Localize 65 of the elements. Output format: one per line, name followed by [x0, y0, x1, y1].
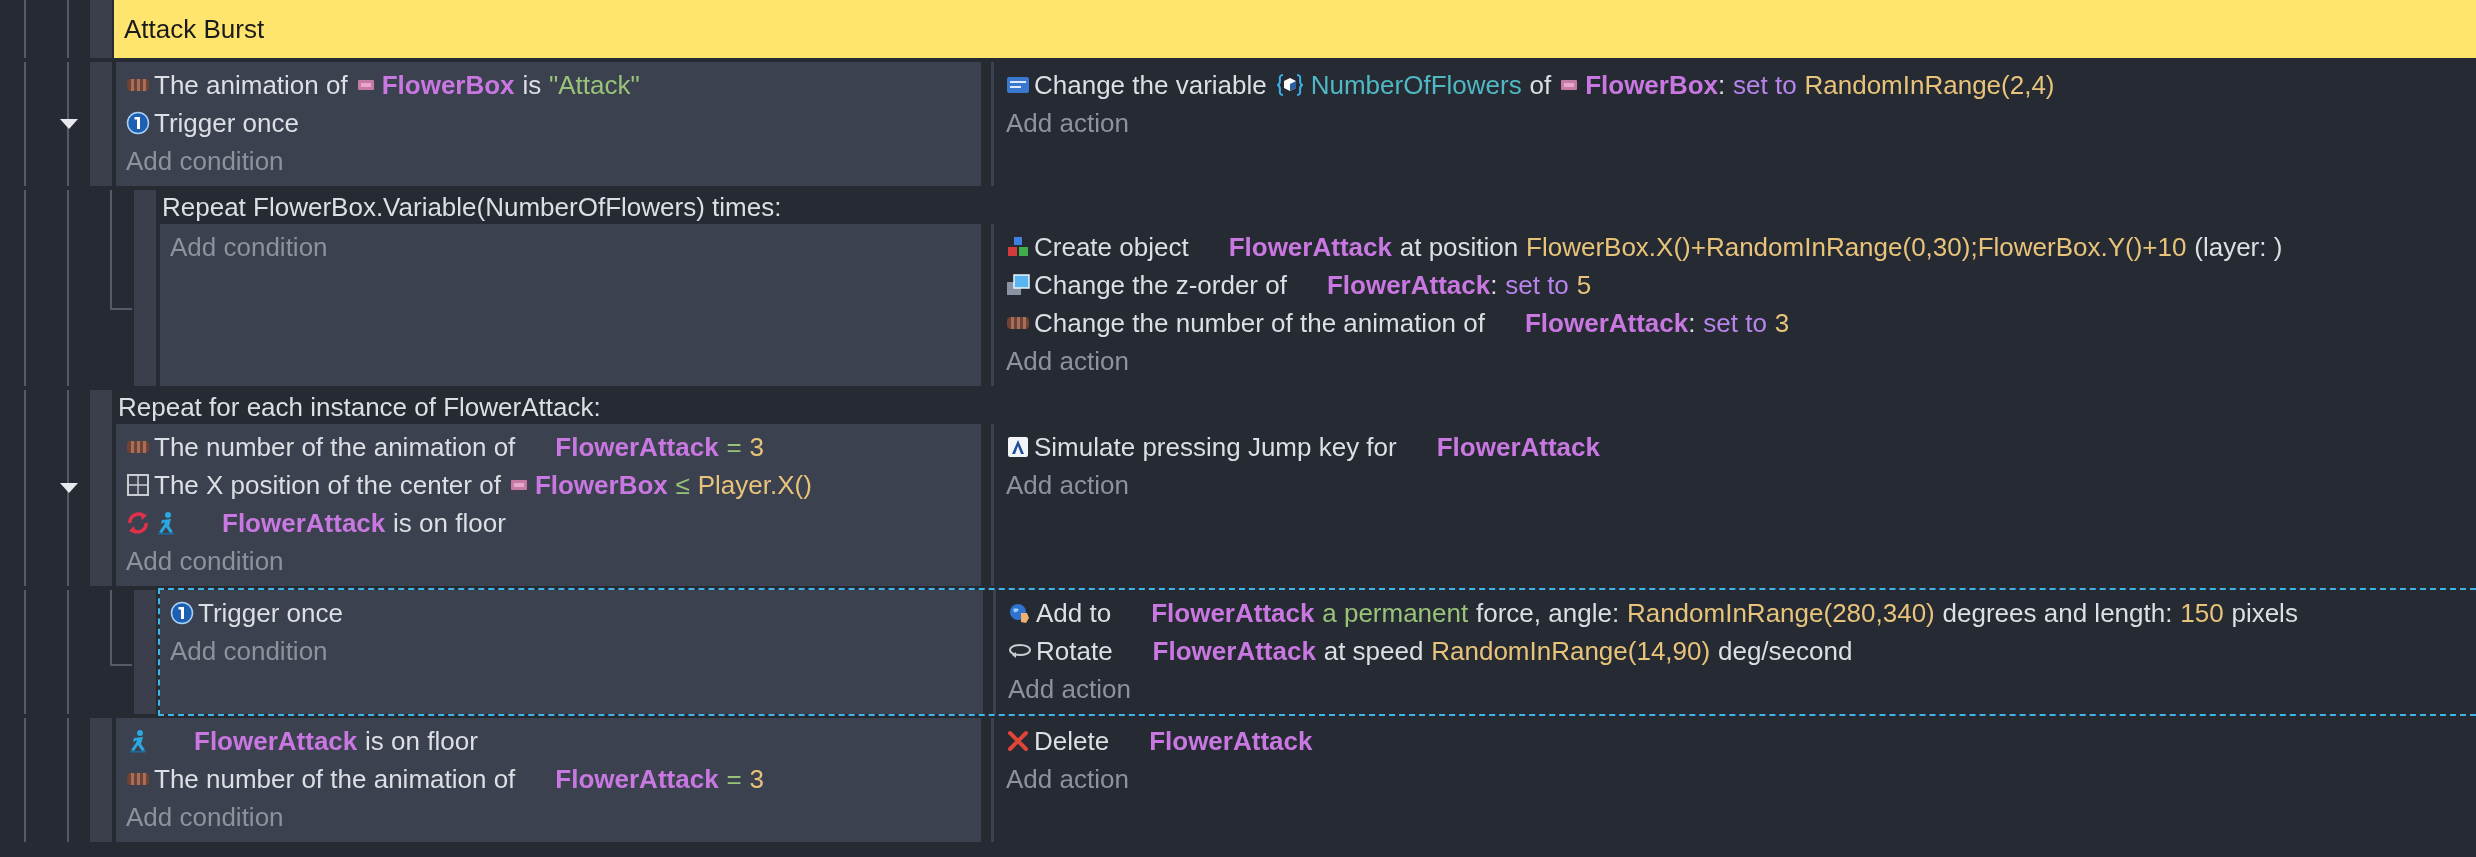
action-text: FlowerAttack: set to 5	[1326, 269, 1592, 301]
drag-handle[interactable]	[134, 590, 156, 714]
drag-handle[interactable]	[90, 0, 112, 58]
action-text: Simulate pressing Jump key for	[1034, 431, 1397, 463]
action-text: Change the number of the animation of	[1034, 307, 1485, 339]
variable-braces-icon	[1276, 73, 1303, 97]
add-action-link[interactable]: Add action	[1006, 466, 2474, 504]
add-action-link[interactable]: Add action	[1006, 104, 2474, 142]
action-text: FlowerAttack	[1149, 725, 1313, 757]
condition-text: FlowerBox ≤ Player.X()	[534, 469, 812, 501]
action-text: Add to	[1036, 597, 1112, 629]
add-action-link[interactable]: Add action	[1008, 670, 2476, 708]
condition-text: FlowerBox is "Attack"	[381, 69, 640, 101]
condition-text: Trigger once	[154, 107, 299, 139]
add-condition-link[interactable]: Add condition	[126, 542, 971, 580]
key-icon	[1006, 435, 1030, 459]
event-block[interactable]: Trigger once Add condition Add to FlowerAttack a permanent force, angle: RandomInRange(280,340) degrees and length: 150 pixels Rotate FlowerAttack at speed RandomInRange(14,90) deg/second Add action	[158, 588, 2476, 716]
action-text: FlowerAttack a permanent force, angle: RandomInRange(280,340) degrees and length: 150 pixels	[1151, 597, 2298, 629]
add-action-link[interactable]: Add action	[1006, 342, 2474, 380]
add-condition-link[interactable]: Add condition	[170, 632, 973, 670]
add-action-link[interactable]: Add action	[1006, 760, 2474, 798]
group-title[interactable]: Attack Burst	[114, 0, 2476, 58]
condition-text: FlowerAttack is on floor	[222, 507, 506, 539]
delete-icon	[1006, 729, 1030, 753]
action-text: Change the variable	[1034, 69, 1267, 101]
condition-text: Trigger once	[198, 597, 343, 629]
add-condition-link[interactable]: Add condition	[170, 228, 971, 266]
sprite-thumbnail-icon	[510, 480, 527, 490]
cubes-icon	[1006, 235, 1030, 259]
action-text: FlowerAttack: set to 3	[1524, 307, 1790, 339]
action-text: Create object	[1034, 231, 1189, 263]
condition-text: The number of the animation of	[154, 431, 516, 463]
action-text: Change the z-order of	[1034, 269, 1287, 301]
condition-text: The animation of	[154, 69, 348, 101]
action-text: FlowerBox: set to RandomInRange(2,4)	[1585, 69, 2055, 101]
condition-text: FlowerAttack is on floor	[194, 725, 478, 757]
add-condition-link[interactable]: Add condition	[126, 142, 971, 180]
event-block[interactable]: The animation of FlowerBox is "Attack" Trigger once Add condition Change the variable NumberOfFlowers of FlowerBox: set to RandomInRange(2,4) Add action	[114, 60, 2476, 188]
action-text: Delete	[1034, 725, 1110, 757]
square-icon	[126, 473, 150, 497]
action-text: FlowerAttack at position FlowerBox.X()+RandomInRange(0,30);FlowerBox.Y()+10 (layer: )	[1228, 231, 2283, 263]
loop-header: Repeat FlowerBox.Variable(NumberOfFlowers) times:	[161, 191, 783, 224]
collapse-arrow-icon[interactable]	[59, 117, 79, 131]
action-text: FlowerAttack at speed RandomInRange(14,90) deg/second	[1152, 635, 1853, 667]
sprite-thumbnail-icon	[357, 80, 374, 90]
condition-text: The X position of the center of	[154, 469, 501, 501]
condition-text: The number of the animation of	[154, 763, 516, 795]
drag-handle[interactable]	[90, 718, 112, 842]
sprite-thumbnail-icon	[1561, 80, 1578, 90]
action-text: FlowerAttack	[1436, 431, 1600, 463]
drag-handle[interactable]	[90, 62, 112, 186]
loop-header: Repeat for each instance of FlowerAttack:	[117, 391, 602, 424]
condition-text: FlowerAttack = 3	[555, 763, 764, 795]
globe-icon	[1008, 601, 1032, 625]
numbered-circle-icon	[126, 111, 150, 135]
drag-handle[interactable]	[134, 190, 156, 386]
collapse-arrow-icon[interactable]	[59, 481, 79, 495]
drag-handle[interactable]	[90, 390, 112, 586]
action-text: Rotate	[1036, 635, 1113, 667]
event-block[interactable]: FlowerAttack is on floor The number of the animation of FlowerAttack = 3 Add condition Delete FlowerAttack Add action	[114, 716, 2476, 844]
layers-icon	[1006, 273, 1030, 297]
add-condition-link[interactable]: Add condition	[126, 798, 971, 836]
numbered-circle-icon	[170, 601, 194, 625]
action-text: NumberOfFlowers of	[1310, 69, 1552, 101]
condition-text: FlowerAttack = 3	[555, 431, 764, 463]
